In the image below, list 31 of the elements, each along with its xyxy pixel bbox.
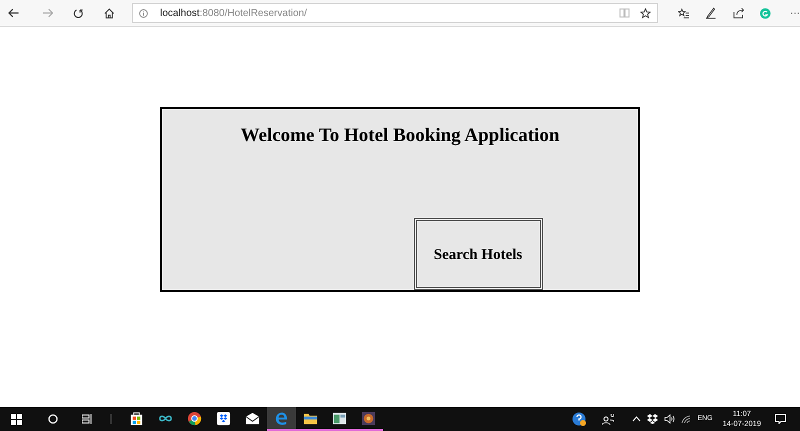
pen-icon[interactable] bbox=[705, 7, 717, 19]
search-hotels-button[interactable]: Search Hotels bbox=[414, 218, 542, 290]
url-host: localhost bbox=[160, 6, 200, 20]
refresh-icon[interactable] bbox=[73, 8, 84, 18]
more-button[interactable]: ··· bbox=[790, 6, 800, 20]
wifi-icon[interactable] bbox=[681, 414, 692, 424]
dropbox-icon bbox=[216, 410, 231, 426]
game-emblem-icon bbox=[361, 410, 376, 426]
chevron-up-icon[interactable] bbox=[632, 416, 642, 422]
dropbox-tray-icon[interactable] bbox=[647, 414, 658, 424]
home-icon[interactable] bbox=[104, 8, 114, 18]
browser-ball-icon bbox=[187, 410, 202, 426]
people-icon[interactable] bbox=[602, 414, 614, 424]
welcome-heading: Welcome To Hotel Booking Application bbox=[240, 124, 560, 148]
back-icon[interactable] bbox=[8, 7, 20, 19]
url-path: :8080/HotelReservation/ bbox=[200, 6, 307, 20]
share-icon[interactable] bbox=[732, 7, 744, 19]
help-icon[interactable] bbox=[572, 412, 586, 426]
search-icon[interactable] bbox=[48, 414, 58, 424]
edge-e-icon bbox=[274, 410, 289, 426]
info-icon bbox=[139, 8, 148, 18]
store-bag-icon bbox=[129, 410, 144, 426]
app-window-icon bbox=[332, 410, 347, 426]
task-view-icon[interactable] bbox=[82, 414, 92, 424]
address-bar[interactable]: localhost:8080/HotelReservation/ bbox=[132, 3, 658, 23]
favorites-icon[interactable] bbox=[678, 8, 690, 18]
star-icon[interactable] bbox=[640, 8, 651, 18]
windows-start-icon[interactable] bbox=[11, 414, 22, 424]
notification-icon[interactable] bbox=[775, 414, 786, 424]
envelope-icon bbox=[245, 410, 260, 426]
volume-icon[interactable] bbox=[664, 414, 676, 424]
